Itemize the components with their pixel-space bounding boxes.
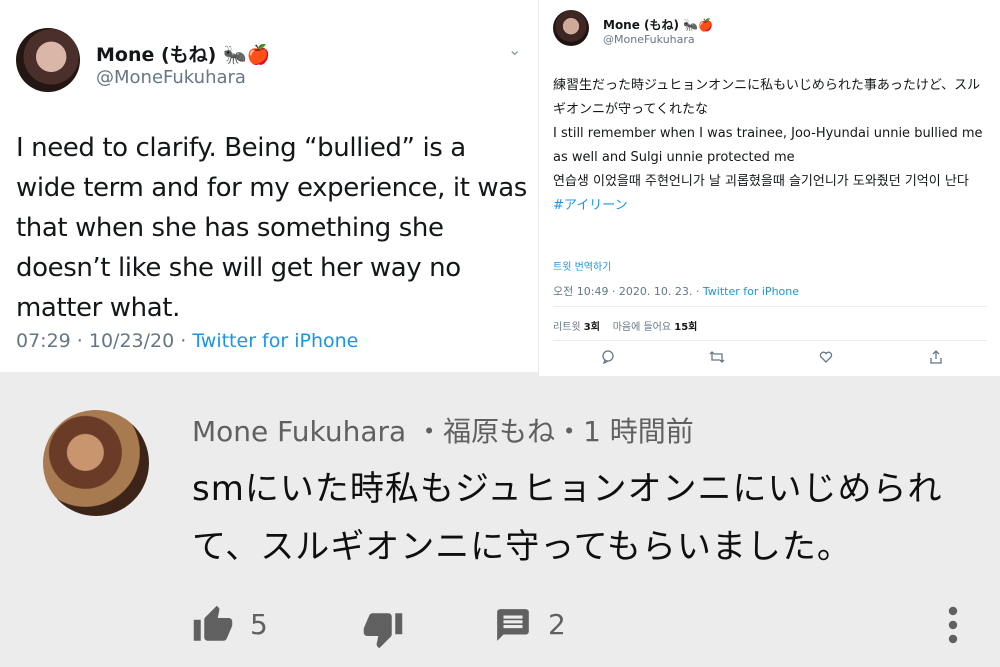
chevron-down-icon[interactable]: ⌄ bbox=[508, 40, 521, 59]
reply-comment-icon[interactable] bbox=[494, 606, 532, 644]
comment-text: smにいた時私もジュヒョンオンニにいじめられて、スルギオンニに守ってもらいました… bbox=[192, 469, 943, 567]
avatar[interactable] bbox=[553, 10, 589, 46]
hashtag-link[interactable]: #アイリーン bbox=[553, 194, 989, 218]
comment-toolbar: 5 2 bbox=[0, 604, 1000, 654]
avatar[interactable] bbox=[16, 28, 80, 92]
tweet-timestamp: 07:29 · 10/23/20 · Twitter for iPhone bbox=[16, 330, 358, 352]
like-heart-icon[interactable] bbox=[819, 350, 833, 368]
timestamp-text[interactable]: 07:29 · 10/23/20 · bbox=[16, 330, 192, 352]
tweet-english: Mone (もね) 🐜🍎 @MoneFukuhara ⌄ I need to c… bbox=[0, 0, 538, 372]
retweet-icon[interactable] bbox=[709, 350, 725, 368]
tweet-text: I need to clarify. Being “bullied” is a … bbox=[16, 133, 527, 323]
share-icon[interactable] bbox=[929, 350, 943, 368]
like-count: 5 bbox=[250, 608, 268, 641]
username[interactable]: @MoneFukuhara bbox=[96, 67, 246, 88]
youtube-comment: Mone Fukuhara ・福原もね・1 時間前 smにいた時私もジュヒョンオ… bbox=[0, 376, 1000, 667]
likes-count[interactable]: 15회 bbox=[674, 322, 697, 333]
thumbs-up-icon[interactable] bbox=[192, 604, 234, 646]
source-link[interactable]: Twitter for iPhone bbox=[703, 285, 799, 298]
source-link[interactable]: Twitter for iPhone bbox=[192, 330, 358, 352]
more-options-icon[interactable] bbox=[942, 604, 964, 646]
avatar[interactable] bbox=[43, 410, 149, 516]
translate-tweet-link[interactable]: 트윗 번역하기 bbox=[553, 258, 611, 273]
display-name[interactable]: Mone (もね) 🐜🍎 bbox=[96, 40, 270, 67]
tweet-timestamp: 오전 10:49 · 2020. 10. 23. · Twitter for i… bbox=[553, 283, 799, 299]
reply-icon[interactable] bbox=[601, 350, 615, 368]
tweet-stats: 리트윗 3회 마음에 들어요 15회 bbox=[553, 318, 697, 333]
display-name[interactable]: Mone (もね) 🐜🍎 bbox=[603, 16, 713, 33]
retweets-count[interactable]: 3회 bbox=[584, 322, 600, 333]
tweet-text: 練習生だった時ジュヒョンオンニに私もいじめられた事あったけど、スルギオンニが守っ… bbox=[553, 74, 989, 218]
tweet-line-korean: 연습생 이었을때 주현언니가 날 괴롭혔을때 슬기언니가 도와줬던 기억이 난다 bbox=[553, 174, 969, 189]
comment-author[interactable]: Mone Fukuhara bbox=[192, 415, 406, 448]
comment-header: Mone Fukuhara ・福原もね・1 時間前 bbox=[192, 410, 694, 450]
thumbs-down-icon[interactable] bbox=[362, 608, 404, 650]
tweet-actions bbox=[539, 350, 1000, 370]
tweet-line-english: I still remember when I was trainee, Joo… bbox=[553, 126, 983, 165]
retweets-label[interactable]: 리트윗 bbox=[553, 322, 581, 333]
username[interactable]: @MoneFukuhara bbox=[603, 33, 695, 46]
tweet-line-japanese: 練習生だった時ジュヒョンオンニに私もいじめられた事あったけど、スルギオンニが守っ… bbox=[553, 78, 981, 117]
divider bbox=[553, 306, 987, 307]
timestamp-text[interactable]: 오전 10:49 · 2020. 10. 23. · bbox=[553, 285, 703, 298]
reply-count: 2 bbox=[548, 608, 566, 641]
likes-label[interactable]: 마음에 들어요 bbox=[613, 322, 671, 333]
comment-meta: ・福原もね・1 時間前 bbox=[415, 415, 694, 448]
tweet-multilingual: Mone (もね) 🐜🍎 @MoneFukuhara 練習生だった時ジュヒョンオ… bbox=[538, 0, 1000, 376]
divider bbox=[553, 340, 987, 341]
